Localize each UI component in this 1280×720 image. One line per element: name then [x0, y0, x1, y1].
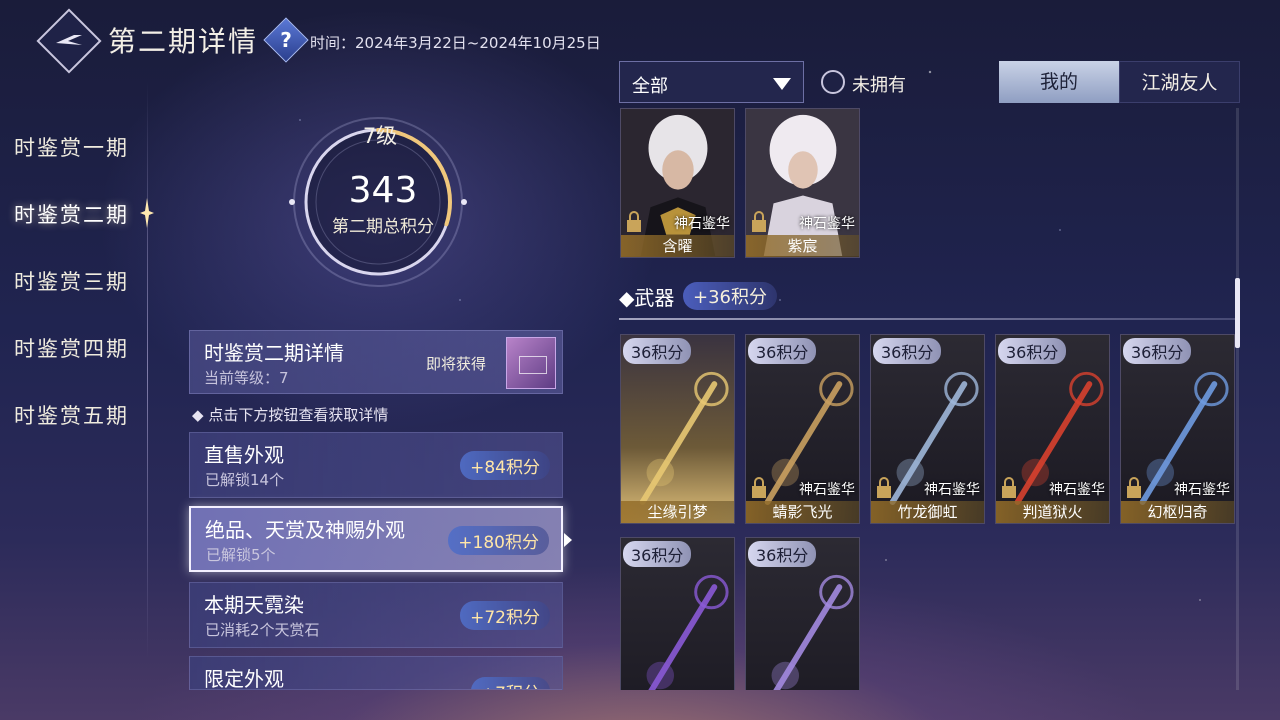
filter-dropdown[interactable]: 全部 [619, 61, 804, 103]
card-name: 含曜 [621, 235, 734, 257]
weapon-score-badge: 36积分 [623, 541, 692, 567]
lock-icon [752, 211, 766, 232]
lock-icon [1002, 477, 1016, 498]
outfit-card[interactable]: 神石鉴华 含曜 [620, 108, 735, 258]
filter-value: 全部 [632, 76, 668, 97]
weapon-card[interactable]: 36积分 [620, 537, 735, 690]
weapon-score-badge: 36积分 [998, 338, 1067, 364]
period-details-card[interactable]: 时鉴赏二期详情 当前等级：7 即将获得 [189, 330, 563, 394]
outfit-card[interactable]: 神石鉴华 紫宸 [745, 108, 860, 258]
total-score: 343 [348, 170, 418, 211]
unowned-label[interactable]: 未拥有 [852, 71, 906, 97]
back-arrow-icon [56, 35, 82, 45]
card-tag: 神石鉴华 [1174, 482, 1230, 498]
page-title: 第二期详情 [108, 25, 259, 58]
card-tag: 神石鉴华 [799, 482, 855, 498]
weapon-score-badge: 36积分 [748, 338, 817, 364]
card-tag: 神石鉴华 [674, 216, 730, 232]
card-tag: 神石鉴华 [799, 216, 855, 232]
chevron-down-icon [773, 78, 791, 90]
lock-icon [1127, 477, 1141, 498]
nav-item-period-5[interactable]: 时鉴赏五期 [14, 400, 129, 430]
category-name: 直售外观 [204, 443, 284, 467]
nav-item-period-2[interactable]: 时鉴赏二期 [14, 199, 129, 229]
card-tag: 神石鉴华 [924, 482, 980, 498]
weapon-card[interactable]: 36积分神石鉴华判道狱火 [995, 334, 1110, 524]
period-label: 时间：2024年3月22日~2024年10月25日 [310, 34, 601, 52]
category-premium[interactable]: 绝品、天赏及神赐外观 已解锁5个 +180积分 [189, 506, 563, 572]
hint-text: ◆ 点击下方按钮查看获取详情 [192, 406, 389, 424]
category-direct-sale[interactable]: 直售外观 已解锁14个 +84积分 [189, 432, 563, 498]
points-badge: +84积分 [460, 451, 550, 480]
category-status: 已解锁5个 [206, 546, 276, 564]
nav-item-period-4[interactable]: 时鉴赏四期 [14, 333, 129, 363]
category-limited[interactable]: 限定外观 +7积分 [189, 656, 563, 690]
weapon-card[interactable]: 36积分神石鉴华幻枢归奇 [1120, 334, 1235, 524]
current-level: 当前等级：7 [204, 369, 289, 387]
card-name: 蜻影飞光 [746, 501, 859, 523]
card-name: 尘缘引梦 [621, 501, 734, 523]
card-name: 判道狱火 [996, 501, 1109, 523]
points-badge: +180积分 [448, 526, 549, 555]
points-badge: +72积分 [460, 601, 550, 630]
nav-item-period-3[interactable]: 时鉴赏三期 [14, 266, 129, 296]
weapon-score-badge: 36积分 [1123, 338, 1192, 364]
nav-item-period-1[interactable]: 时鉴赏一期 [14, 132, 129, 162]
category-name: 限定外观 [204, 667, 284, 690]
details-title: 时鉴赏二期详情 [204, 341, 344, 365]
section-title: ◆武器 [619, 286, 675, 310]
weapon-score-badge: 36积分 [873, 338, 942, 364]
category-name: 绝品、天赏及神赐外观 [205, 518, 405, 542]
item-grid: 神石鉴华 含曜 神石鉴华 紫宸 ◆武器 +36积分 36积分 尘缘引梦 36积分 神石… [619, 108, 1239, 690]
category-status: 已消耗2个天赏石 [205, 621, 320, 639]
scrollbar-track[interactable] [1236, 108, 1239, 690]
weapon-score-badge: 36积分 [748, 541, 817, 567]
section-divider [619, 318, 1235, 320]
card-tag: 神石鉴华 [1049, 482, 1105, 498]
card-name: 紫宸 [746, 235, 859, 257]
unowned-radio[interactable] [821, 70, 845, 94]
upcoming-reward-label: 即将获得 [426, 355, 487, 373]
level-label: 7级 [362, 124, 398, 148]
lock-icon [877, 477, 891, 498]
upcoming-reward-icon[interactable] [506, 337, 556, 389]
category-name: 本期天霓染 [204, 593, 304, 617]
weapon-card[interactable]: 36积分 [745, 537, 860, 690]
tab-friends[interactable]: 江湖友人 [1119, 61, 1240, 103]
points-badge: +7积分 [470, 677, 550, 689]
lock-icon [627, 211, 641, 232]
weapon-card[interactable]: 36积分神石鉴华竹龙御虹 [870, 334, 985, 524]
score-caption: 第二期总积分 [332, 217, 434, 237]
card-name: 竹龙御虹 [871, 501, 984, 523]
weapon-card[interactable]: 36积分神石鉴华蜻影飞光 [745, 334, 860, 524]
lock-icon [752, 477, 766, 498]
section-points-badge: +36积分 [683, 282, 777, 310]
active-marker-icon [140, 198, 154, 228]
nav-divider [147, 80, 148, 660]
weapon-score-badge: 36积分 [623, 338, 692, 364]
selected-arrow-icon [564, 533, 572, 547]
weapon-card[interactable]: 36积分尘缘引梦 [620, 334, 735, 524]
tab-mine[interactable]: 我的 [999, 61, 1119, 103]
scrollbar-thumb[interactable] [1235, 278, 1240, 348]
category-dye[interactable]: 本期天霓染 已消耗2个天赏石 +72积分 [189, 582, 563, 648]
category-status: 已解锁14个 [205, 471, 285, 489]
card-name: 幻枢归奇 [1121, 501, 1234, 523]
